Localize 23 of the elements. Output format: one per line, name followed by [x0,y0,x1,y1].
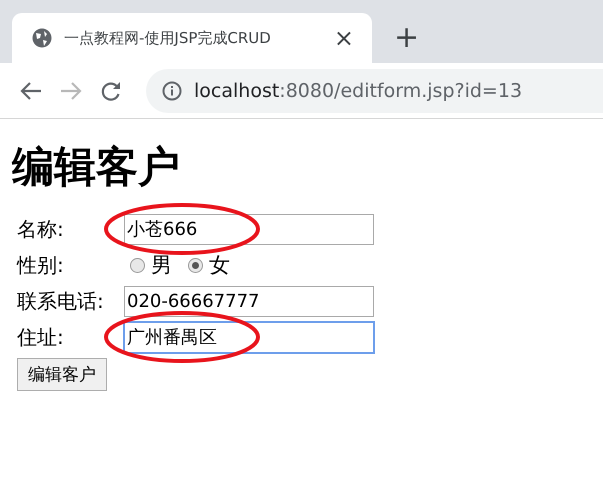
page-heading: 编辑客户 [12,141,181,193]
address-bar[interactable]: localhost:8080/editform.jsp?id=13 [146,68,603,112]
info-icon[interactable] [162,80,182,100]
text-field[interactable]: 020-66667777 [124,286,374,316]
radio-button[interactable] [130,258,145,272]
reload-icon[interactable] [100,80,122,102]
new-tab-button[interactable]: + [394,23,420,53]
field-label: 住址: [17,324,65,350]
back-icon[interactable] [20,80,42,100]
field-label: 性别: [17,252,65,278]
radio-label: 女 [209,252,230,279]
text-field[interactable]: 广州番禺区 [124,322,374,352]
text-field[interactable]: 小苍666 [124,214,374,244]
radio-label: 男 [151,252,172,279]
field-label: 联系电话: [17,288,105,314]
close-button[interactable]: × [334,26,354,50]
tab-title: 一点教程网-使用JSP完成CRUD [64,28,272,48]
radio-button[interactable] [188,258,203,272]
submit-button[interactable]: 编辑客户 [17,358,107,391]
field-label: 名称: [17,216,65,242]
globe-icon [32,28,52,48]
url-text: localhost:8080/editform.jsp?id=13 [194,80,522,102]
browser-tab[interactable]: 一点教程网-使用JSP完成CRUD × [12,13,372,63]
